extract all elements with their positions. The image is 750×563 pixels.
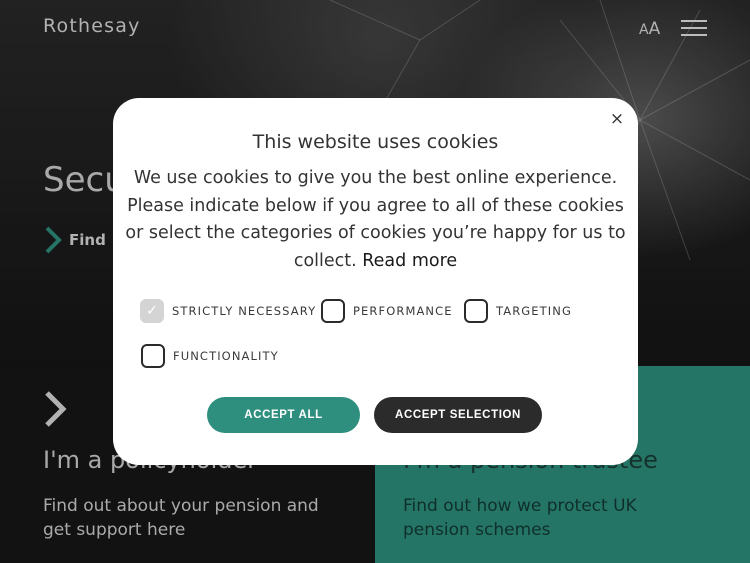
option-targeting[interactable]: TARGETING: [464, 299, 572, 323]
accept-selection-button[interactable]: ACCEPT SELECTION: [374, 397, 542, 433]
option-performance[interactable]: PERFORMANCE: [321, 299, 453, 323]
checkbox-checked-icon[interactable]: ✓: [140, 299, 164, 323]
checkbox-icon[interactable]: [464, 299, 488, 323]
option-strictly-necessary[interactable]: ✓ STRICTLY NECESSARY: [140, 299, 316, 323]
option-label: STRICTLY NECESSARY: [172, 304, 317, 318]
option-label: FUNCTIONALITY: [173, 349, 279, 363]
option-label: PERFORMANCE: [353, 304, 453, 318]
cookie-consent-dialog: × This website uses cookies We use cooki…: [113, 98, 638, 465]
checkbox-icon[interactable]: [321, 299, 345, 323]
close-icon[interactable]: ×: [607, 108, 627, 130]
cookie-dialog-body: We use cookies to give you the best onli…: [123, 165, 628, 275]
option-label: TARGETING: [496, 304, 572, 318]
read-more-link[interactable]: Read more: [362, 251, 457, 271]
checkbox-icon[interactable]: [141, 344, 165, 368]
accept-all-button[interactable]: ACCEPT ALL: [207, 397, 360, 433]
cookie-dialog-title: This website uses cookies: [252, 131, 499, 153]
option-functionality[interactable]: FUNCTIONALITY: [141, 344, 279, 368]
